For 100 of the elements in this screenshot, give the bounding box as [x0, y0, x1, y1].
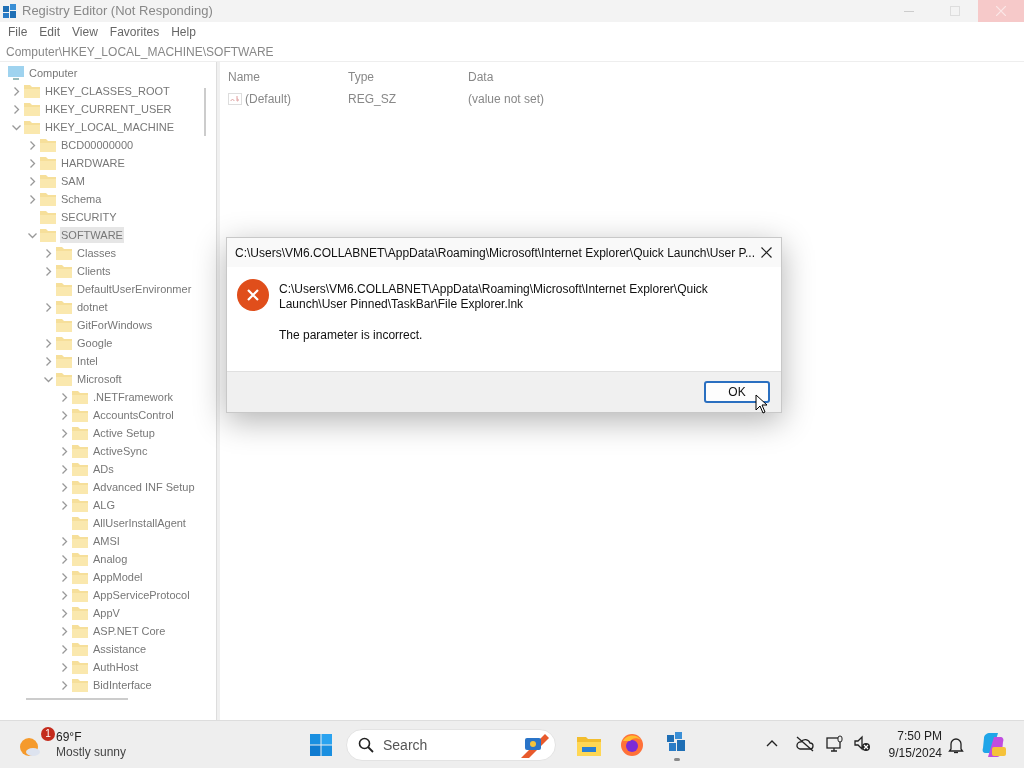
chevron-right-icon[interactable]	[59, 554, 69, 564]
clock-time[interactable]: 7:50 PM	[897, 728, 942, 745]
menu-item[interactable]: Help	[165, 23, 202, 41]
tree-item[interactable]: AppV	[92, 605, 121, 621]
tree-item[interactable]: dotnet	[76, 299, 109, 315]
chevron-right-icon[interactable]	[59, 410, 69, 420]
tree-item[interactable]: Active Setup	[92, 425, 156, 441]
tree-item[interactable]: AccountsControl	[92, 407, 175, 423]
chevron-right-icon[interactable]	[59, 482, 69, 492]
chevron-right-icon[interactable]	[59, 662, 69, 672]
folder-icon	[72, 606, 88, 620]
tree-item[interactable]: SOFTWARE	[60, 227, 124, 243]
tree-item[interactable]: Intel	[76, 353, 99, 369]
chevron-right-icon[interactable]	[43, 266, 53, 276]
chevron-up-icon[interactable]	[766, 739, 778, 747]
chevron-right-icon[interactable]	[59, 500, 69, 510]
tree-item[interactable]: AuthHost	[92, 659, 140, 675]
tree-item[interactable]: ALG	[92, 497, 116, 513]
chevron-right-icon[interactable]	[11, 86, 21, 96]
column-header[interactable]: Type	[345, 68, 465, 86]
tree-item[interactable]: Schema	[60, 191, 103, 207]
column-header[interactable]: Name	[225, 68, 345, 86]
cloud-off-icon[interactable]	[795, 736, 815, 752]
tree-item[interactable]: AppModel	[92, 569, 144, 585]
chevron-right-icon[interactable]	[27, 140, 37, 150]
tree-item[interactable]: Advanced INF Setup	[92, 479, 196, 495]
weather-icon[interactable]	[20, 735, 41, 758]
menu-item[interactable]: View	[66, 23, 104, 41]
column-header[interactable]: Data	[465, 68, 585, 86]
chevron-right-icon[interactable]	[59, 428, 69, 438]
scrollbar[interactable]	[204, 88, 206, 136]
close-icon[interactable]	[761, 247, 772, 258]
chevron-right-icon[interactable]	[59, 590, 69, 600]
chevron-down-icon[interactable]	[43, 374, 53, 384]
tree-item[interactable]: Assistance	[92, 641, 148, 657]
monitor-icon[interactable]	[826, 735, 844, 753]
bell-icon[interactable]	[948, 736, 964, 754]
tree-item[interactable]: GitForWindows	[76, 317, 154, 333]
chevron-right-icon[interactable]	[27, 194, 37, 204]
folder-icon	[72, 570, 88, 584]
tree-item[interactable]: BidInterface	[92, 677, 153, 693]
tree-item[interactable]: AMSI	[92, 533, 121, 549]
chevron-right-icon[interactable]	[27, 158, 37, 168]
chevron-right-icon[interactable]	[43, 302, 53, 312]
tree-item[interactable]: HARDWARE	[60, 155, 126, 171]
window-title: Registry Editor (Not Responding)	[22, 2, 213, 21]
chevron-right-icon[interactable]	[11, 104, 21, 114]
tree-item[interactable]: Computer	[28, 65, 79, 81]
menu-item[interactable]: File	[2, 23, 34, 41]
tree-item[interactable]: SECURITY	[60, 209, 118, 225]
browser-icon[interactable]	[620, 733, 644, 757]
running-indicator	[674, 758, 680, 761]
chevron-right-icon[interactable]	[59, 626, 69, 636]
windows-start-icon[interactable]	[310, 734, 332, 756]
chevron-down-icon[interactable]	[11, 122, 21, 132]
chevron-right-icon[interactable]	[43, 338, 53, 348]
tree-item[interactable]: HKEY_LOCAL_MACHINE	[44, 119, 175, 135]
folder-icon	[72, 408, 88, 422]
tree-item[interactable]: Google	[76, 335, 114, 351]
tree-item[interactable]: .NETFramework	[92, 389, 175, 405]
address-bar[interactable]: Computer\HKEY_LOCAL_MACHINE\SOFTWARE	[6, 42, 274, 61]
tree-item[interactable]: HKEY_CURRENT_USER	[44, 101, 173, 117]
chevron-right-icon[interactable]	[43, 356, 53, 366]
menu-item[interactable]: Favorites	[103, 23, 166, 41]
tree-item[interactable]: DefaultUserEnvironmer	[76, 281, 193, 297]
chevron-right-icon[interactable]	[59, 536, 69, 546]
folder-icon	[72, 552, 88, 566]
ok-button[interactable]: OK	[704, 381, 770, 403]
tree-item[interactable]: SAM	[60, 173, 86, 189]
tree-item[interactable]: Microsoft	[76, 371, 123, 387]
chevron-down-icon[interactable]	[27, 230, 37, 240]
speaker-muted-icon[interactable]	[853, 735, 871, 753]
menu-item[interactable]: Edit	[33, 23, 67, 41]
chevron-right-icon[interactable]	[43, 248, 53, 258]
chevron-right-icon[interactable]	[59, 446, 69, 456]
tree-item[interactable]: Analog	[92, 551, 129, 567]
chevron-right-icon[interactable]	[27, 176, 37, 186]
value-name[interactable]: (Default)	[245, 90, 291, 108]
scrollbar[interactable]	[26, 698, 128, 700]
tree-item[interactable]: Classes	[76, 245, 118, 261]
tree-item[interactable]: Clients	[76, 263, 112, 279]
search-field[interactable]: Search	[346, 729, 556, 761]
chevron-right-icon[interactable]	[59, 644, 69, 654]
tree-item[interactable]: HKEY_CLASSES_ROOT	[44, 83, 171, 99]
tree-item[interactable]: BCD00000000	[60, 137, 135, 153]
chevron-right-icon[interactable]	[59, 392, 69, 402]
tree-item[interactable]: ASP.NET Core	[92, 623, 167, 639]
chevron-right-icon[interactable]	[59, 572, 69, 582]
folder-icon	[56, 372, 72, 386]
tree-item[interactable]: AppServiceProtocol	[92, 587, 191, 603]
copilot-icon[interactable]	[980, 732, 1006, 758]
tree-item[interactable]: ActiveSync	[92, 443, 149, 459]
tree-item[interactable]: AllUserInstallAgent	[92, 515, 187, 531]
clock-date[interactable]: 9/15/2024	[888, 745, 942, 762]
temperature: 69°F	[56, 729, 83, 745]
chevron-right-icon[interactable]	[59, 680, 69, 690]
chevron-right-icon[interactable]	[59, 608, 69, 618]
folder-icon[interactable]	[577, 734, 601, 756]
chevron-right-icon[interactable]	[59, 464, 69, 474]
tree-item[interactable]: ADs	[92, 461, 115, 477]
